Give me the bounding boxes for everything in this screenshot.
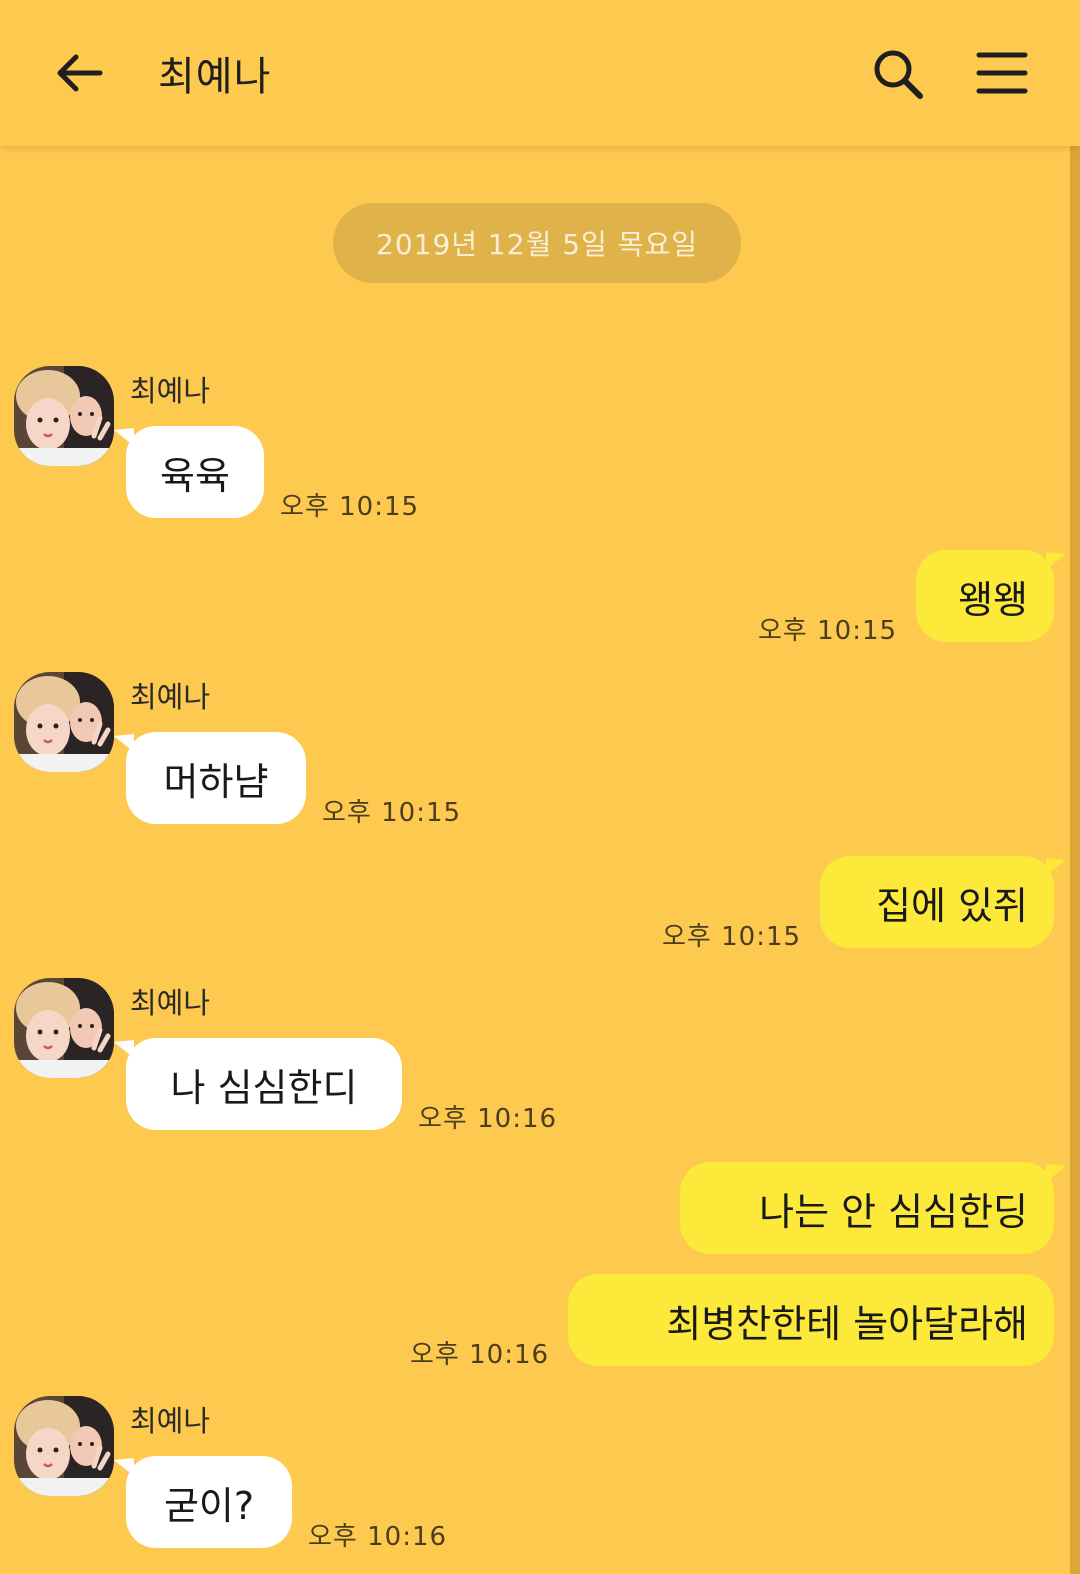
sender-avatar[interactable] <box>14 672 114 772</box>
message-bubble-outgoing[interactable]: 최병찬한테 놀아달라해 <box>568 1274 1054 1366</box>
message-bubble-outgoing[interactable]: 왱왱 <box>916 550 1066 642</box>
sender-name: 최예나 <box>130 680 211 714</box>
bubble-tail <box>114 1458 134 1476</box>
message-text: 최병찬한테 놀아달라해 <box>666 1301 1028 1346</box>
sender-avatar[interactable] <box>14 978 114 1078</box>
message-time: 오후 10:15 <box>758 616 898 646</box>
chat-header: 최예나 <box>0 0 1080 146</box>
chat-title: 최예나 <box>158 54 272 100</box>
scrollbar[interactable] <box>1070 146 1080 1574</box>
message-time: 오후 10:16 <box>418 1104 558 1134</box>
avatar-photo <box>14 978 114 1078</box>
message-text: 머하냠 <box>163 759 269 804</box>
hamburger-menu-icon <box>976 52 1028 94</box>
message-bubble-incoming[interactable]: 굳이? <box>114 1456 292 1548</box>
search-icon <box>874 50 923 99</box>
message-text: 집에 있쥐 <box>876 883 1028 928</box>
date-divider: 2019년 12월 5일 목요일 <box>333 203 741 283</box>
back-button[interactable] <box>50 48 104 98</box>
message-text: 왱왱 <box>958 577 1028 622</box>
sender-avatar[interactable] <box>14 366 114 466</box>
bubble-tail <box>1046 552 1066 570</box>
avatar-photo <box>14 366 114 466</box>
bubble-tail <box>1046 1164 1066 1182</box>
message-text: 나 심심한디 <box>170 1065 358 1110</box>
bubble-tail <box>114 1040 134 1058</box>
message-time: 오후 10:15 <box>280 492 420 522</box>
message-time: 오후 10:15 <box>662 922 802 952</box>
message-time: 오후 10:16 <box>308 1522 448 1552</box>
message-time: 오후 10:15 <box>322 798 462 828</box>
message-text: 나는 안 심심한딩 <box>759 1189 1028 1234</box>
message-bubble-outgoing[interactable]: 나는 안 심심한딩 <box>680 1162 1066 1254</box>
bubble-tail <box>114 428 134 446</box>
message-text: 굳이? <box>163 1483 255 1528</box>
menu-button[interactable] <box>976 50 1028 96</box>
arrow-left-icon <box>57 54 103 92</box>
sender-name: 최예나 <box>130 374 211 408</box>
avatar-photo <box>14 1396 114 1496</box>
bubble-tail <box>1046 858 1066 876</box>
message-bubble-incoming[interactable]: 육육 <box>114 426 264 518</box>
sender-name: 최예나 <box>130 1404 211 1438</box>
sender-name: 최예나 <box>130 986 211 1020</box>
avatar-photo <box>14 672 114 772</box>
message-time: 오후 10:16 <box>410 1340 550 1370</box>
bubble-tail <box>114 734 134 752</box>
sender-avatar[interactable] <box>14 1396 114 1496</box>
message-bubble-outgoing[interactable]: 집에 있쥐 <box>820 856 1066 948</box>
message-bubble-incoming[interactable]: 머하냠 <box>114 732 306 824</box>
search-button[interactable] <box>870 46 928 104</box>
message-bubble-incoming[interactable]: 나 심심한디 <box>114 1038 402 1130</box>
message-text: 육육 <box>160 453 230 498</box>
